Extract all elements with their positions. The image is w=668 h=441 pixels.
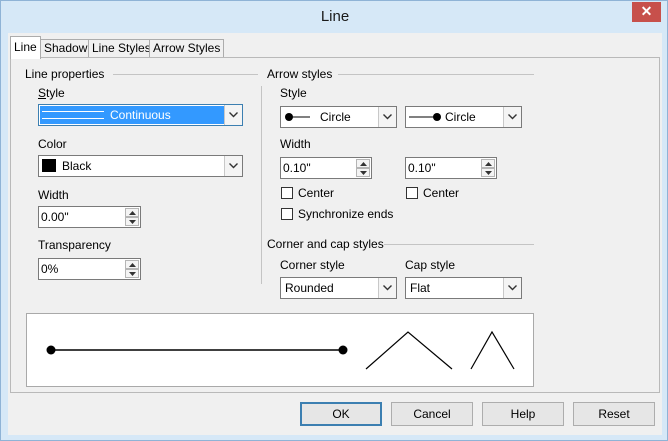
arrow-end-style-value: Circle [445,110,476,124]
spin-up-icon [129,263,136,267]
chevron-down-icon [229,112,238,118]
preview-corner-narrow [470,330,515,370]
ok-button[interactable]: OK [300,402,382,426]
spin-down-icon [129,272,136,276]
line-preview-canvas [46,330,515,370]
width-label: Width [38,188,69,202]
corner-cap-title: Corner and cap styles [267,237,384,251]
arrow-start-style-value: Circle [320,110,351,124]
arrow-styles-separator [338,74,534,75]
close-icon: ✕ [640,3,653,19]
corner-style-label: Corner style [280,258,345,272]
arrow-start-dropdown-button[interactable] [378,107,396,127]
transparency-label: Transparency [38,238,111,252]
preview-start-circle [46,345,56,355]
line-width-value: 0.00" [41,210,69,224]
synchronize-ends-label: Synchronize ends [298,207,394,221]
corner-style-dropdown-button[interactable] [378,278,396,298]
help-button-label: Help [510,407,536,421]
tab-arrow-styles[interactable]: Arrow Styles [149,39,225,58]
reset-button[interactable]: Reset [573,402,655,426]
spin-down-icon [485,171,492,175]
preview-corner-wide [365,331,453,370]
transparency-increment[interactable] [125,260,139,269]
tab-line[interactable]: Line [10,36,41,59]
chevron-down-icon [229,163,238,169]
color-select[interactable]: Black [38,155,243,177]
arrow-style-label: Style [280,86,307,100]
line-style-label: Style [38,86,65,100]
line-style-label-text: tyle [46,86,65,100]
line-style-preview-icon [42,111,104,119]
arrow-end-width-increment[interactable] [481,159,495,168]
arrow-start-style-select[interactable]: Circle [280,106,397,128]
spin-up-icon [360,162,367,166]
corner-cap-separator [384,244,534,245]
line-tab-panel: Line properties Style Continuous Color B… [10,57,660,393]
arrow-styles-title: Arrow styles [267,67,333,81]
arrow-end-width-decrement[interactable] [481,168,495,177]
line-width-decrement[interactable] [125,217,139,226]
arrow-start-width-value: 0.10" [283,161,311,175]
vertical-separator [261,86,262,284]
transparency-decrement[interactable] [125,269,139,278]
center-end-checkbox[interactable] [406,187,418,199]
color-label: Color [38,137,67,151]
circle-start-icon [285,113,310,121]
corner-style-value: Rounded [285,281,334,295]
cap-style-select[interactable]: Flat [405,277,522,299]
window-title: Line [320,8,350,25]
arrow-end-dropdown-button[interactable] [503,107,521,127]
spin-down-icon [360,171,367,175]
transparency-value: 0% [41,262,59,276]
arrow-width-label: Width [280,137,311,151]
center-end-label: Center [423,186,460,200]
synchronize-ends-checkbox[interactable] [281,208,293,220]
arrow-start-width-decrement[interactable] [356,168,370,177]
dialog-window: Line ✕ Line Shadow Line Styles Arrow Sty… [0,0,668,441]
line-style-selection: Continuous [40,106,224,124]
chevron-down-icon [508,114,517,120]
close-button[interactable]: ✕ [632,2,661,22]
spin-up-icon [485,162,492,166]
cancel-button[interactable]: Cancel [391,402,473,426]
circle-end-icon [409,113,441,121]
line-preview [26,313,534,387]
arrow-start-width-increment[interactable] [356,159,370,168]
preview-end-circle [338,345,348,355]
center-start-label: Center [298,186,335,200]
reset-button-label: Reset [598,407,630,421]
line-style-select[interactable]: Continuous [38,104,243,126]
line-style-dropdown-button[interactable] [224,105,242,125]
arrow-start-width-spinner[interactable]: 0.10" [280,157,372,179]
transparency-spinner[interactable]: 0% [38,258,141,280]
arrow-end-width-value: 0.10" [408,161,436,175]
chevron-down-icon [508,285,517,291]
cap-style-value: Flat [410,281,431,295]
spin-down-icon [129,220,136,224]
line-properties-title: Line properties [25,67,105,81]
color-dropdown-button[interactable] [224,156,242,176]
chevron-down-icon [383,114,392,120]
tab-line-styles[interactable]: Line Styles [88,39,155,58]
arrow-end-width-spinner[interactable]: 0.10" [405,157,497,179]
cap-style-dropdown-button[interactable] [503,278,521,298]
color-swatch [42,159,56,172]
center-start-checkbox[interactable] [281,187,293,199]
line-width-spinner[interactable]: 0.00" [38,206,141,228]
tab-shadow[interactable]: Shadow [40,39,92,58]
cap-style-label: Cap style [405,258,456,272]
chevron-down-icon [383,285,392,291]
dialog-client: Line Shadow Line Styles Arrow Styles Lin… [8,33,662,435]
line-style-value: Continuous [110,108,171,122]
line-width-increment[interactable] [125,208,139,217]
spin-up-icon [129,211,136,215]
corner-style-select[interactable]: Rounded [280,277,397,299]
color-value: Black [62,159,92,173]
arrow-end-style-select[interactable]: Circle [405,106,522,128]
line-properties-separator [113,74,258,75]
help-button[interactable]: Help [482,402,564,426]
